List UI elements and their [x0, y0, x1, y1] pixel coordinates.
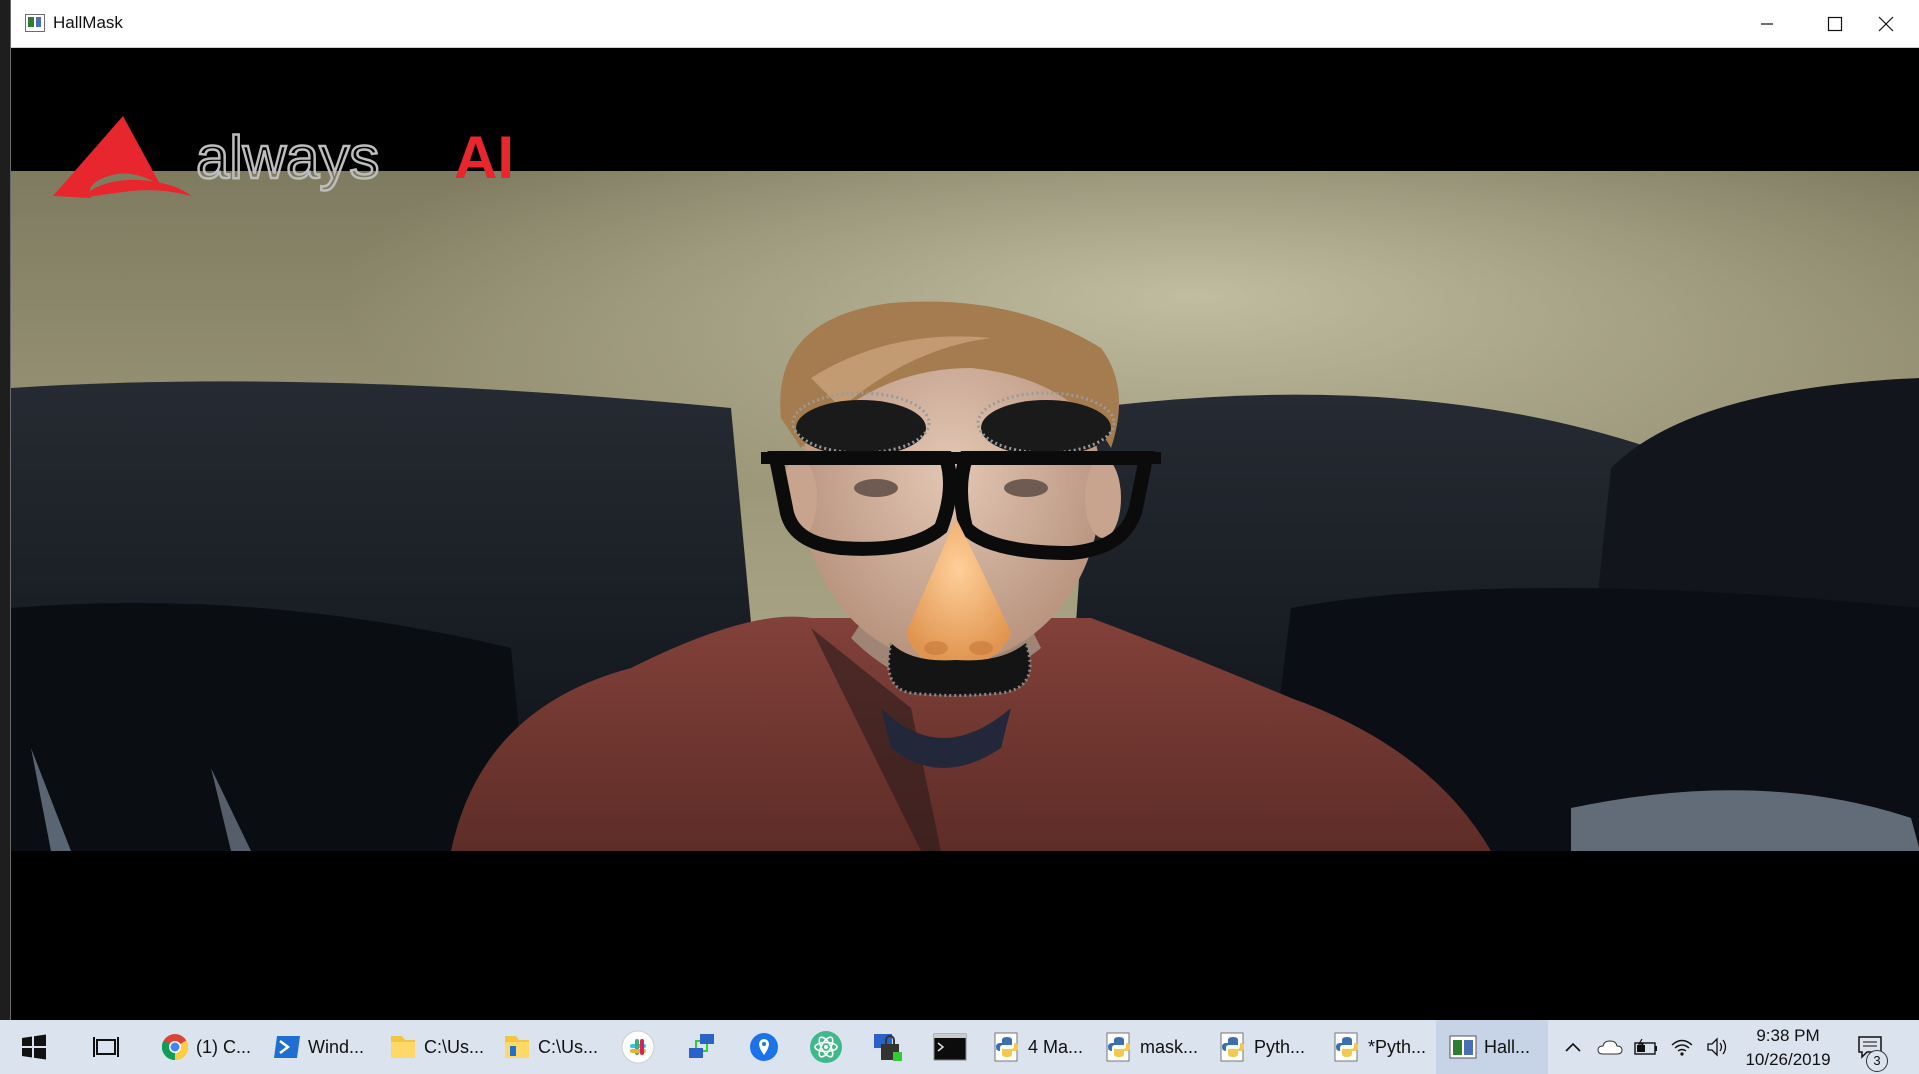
close-icon: [1878, 16, 1894, 31]
taskbar: (1) C... Wind... C:\Us... C:\Us... 4 Ma.…: [0, 1020, 1919, 1074]
taskbar-item-slack[interactable]: [612, 1020, 664, 1074]
maximize-icon: [1827, 16, 1843, 31]
taskbar-clock[interactable]: 9:38 PM 10/26/2019: [1738, 1024, 1838, 1072]
python-icon: [1106, 1032, 1130, 1062]
show-hidden-icons-button[interactable]: [1556, 1020, 1590, 1074]
taskbar-item-python-3[interactable]: Pyth...: [1206, 1020, 1318, 1074]
chrome-icon: [161, 1034, 189, 1061]
taskbar-item-atom[interactable]: [800, 1020, 852, 1074]
hallmask-window: HallMask always AI: [10, 0, 1919, 1020]
taskbar-item-explorer-2[interactable]: C:\Us...: [490, 1020, 602, 1074]
powershell-icon: [274, 1036, 300, 1058]
wifi-tray[interactable]: [1664, 1020, 1700, 1074]
taskbar-item-label: C:\Us...: [538, 1036, 599, 1057]
minimize-button[interactable]: [1733, 0, 1801, 47]
taskbar-item-label: Hall...: [1484, 1036, 1531, 1057]
clock-date: 10/26/2019: [1745, 1050, 1831, 1069]
task-view-icon: [93, 1037, 119, 1057]
taskbar-item-hallmask[interactable]: Hall...: [1436, 1020, 1548, 1074]
window-title: HallMask: [53, 13, 123, 32]
taskbar-item-powershell[interactable]: Wind...: [260, 1020, 372, 1074]
taskbar-item-network-tool[interactable]: [676, 1020, 728, 1074]
python-icon: [1220, 1032, 1244, 1062]
app-icon: [25, 14, 45, 32]
wifi-icon: [1671, 1039, 1693, 1056]
taskbar-item-terminal[interactable]: [924, 1020, 976, 1074]
taskbar-item-label: Wind...: [308, 1036, 365, 1057]
logo-text-ai: AI: [454, 124, 514, 191]
atom-icon: [810, 1031, 842, 1063]
folder-icon: [505, 1036, 529, 1058]
video-frame: always AI: [11, 48, 1919, 1020]
taskbar-item-maps[interactable]: [738, 1020, 790, 1074]
notification-count-badge: 3: [1866, 1050, 1888, 1072]
taskbar-item-python-4[interactable]: *Pyth...: [1320, 1020, 1432, 1074]
python-icon: [1334, 1032, 1358, 1062]
maps-icon: [750, 1033, 778, 1061]
title-bar[interactable]: HallMask: [11, 0, 1919, 48]
close-button[interactable]: [1852, 0, 1919, 47]
taskbar-item-explorer-1[interactable]: C:\Us...: [376, 1020, 488, 1074]
network-icon: [689, 1034, 714, 1058]
volume-tray[interactable]: [1700, 1020, 1736, 1074]
logo-text-always: always: [196, 124, 379, 191]
start-button[interactable]: [0, 1020, 68, 1074]
webcam-feed: always AI: [11, 48, 1919, 1020]
python-icon: [994, 1032, 1018, 1062]
taskbar-item-label: mask...: [1140, 1036, 1199, 1057]
task-view-button[interactable]: [76, 1020, 136, 1074]
hallmask-icon: [1449, 1035, 1477, 1059]
onedrive-tray[interactable]: [1592, 1020, 1628, 1074]
security-icon: [874, 1034, 902, 1061]
cloud-icon: [1597, 1040, 1623, 1055]
minimize-icon: [1761, 22, 1773, 25]
taskbar-item-label: *Pyth...: [1368, 1036, 1427, 1057]
speaker-icon: [1707, 1037, 1727, 1057]
taskbar-item-label: (1) C...: [196, 1036, 252, 1057]
taskbar-item-label: C:\Us...: [424, 1036, 485, 1057]
taskbar-item-label: 4 Ma...: [1028, 1036, 1084, 1057]
taskbar-item-security[interactable]: [862, 1020, 914, 1074]
taskbar-item-python-1[interactable]: 4 Ma...: [980, 1020, 1090, 1074]
battery-icon: [1634, 1038, 1657, 1055]
taskbar-item-python-2[interactable]: mask...: [1092, 1020, 1204, 1074]
slack-icon: [621, 1030, 655, 1064]
terminal-icon: [933, 1033, 967, 1061]
clock-time: 9:38 PM: [1756, 1026, 1820, 1045]
taskbar-item-label: Pyth...: [1254, 1036, 1306, 1057]
folder-icon: [391, 1036, 415, 1058]
windows-icon: [22, 1034, 46, 1060]
taskbar-item-chrome[interactable]: (1) C...: [148, 1020, 260, 1074]
battery-tray[interactable]: [1628, 1020, 1664, 1074]
chevron-up-icon: [1565, 1042, 1581, 1052]
